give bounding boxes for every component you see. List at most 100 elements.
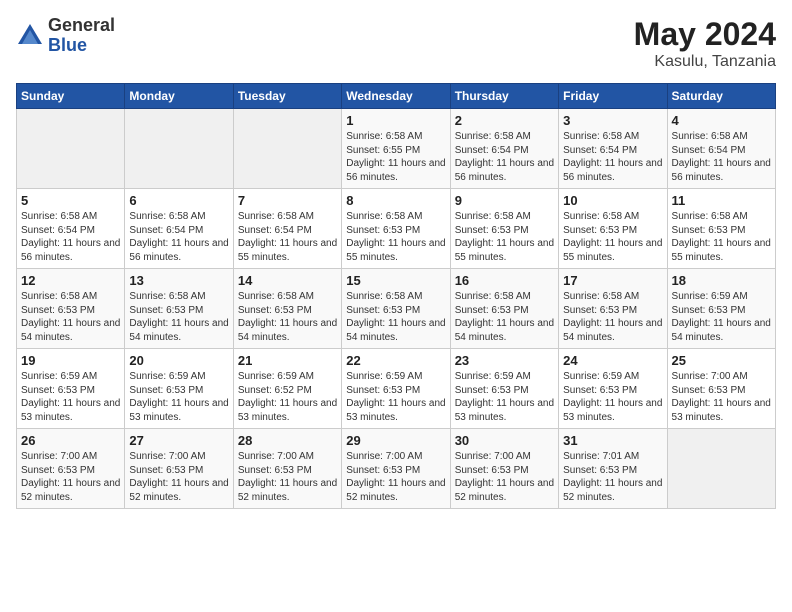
day-number: 1 (346, 113, 445, 128)
day-info: Sunrise: 6:59 AM Sunset: 6:52 PM Dayligh… (238, 370, 337, 424)
day-number: 2 (455, 113, 554, 128)
day-info: Sunrise: 7:00 AM Sunset: 6:53 PM Dayligh… (346, 450, 445, 504)
calendar-cell: 7 Sunrise: 6:58 AM Sunset: 6:54 PM Daylig… (233, 189, 341, 269)
calendar-cell: 8 Sunrise: 6:58 AM Sunset: 6:53 PM Daylig… (342, 189, 450, 269)
calendar-cell: 9 Sunrise: 6:58 AM Sunset: 6:53 PM Daylig… (450, 189, 558, 269)
calendar-cell: 14Sunrise: 6:58 AM Sunset: 6:53 PM Dayli… (233, 269, 341, 349)
calendar-cell (17, 109, 125, 189)
day-number: 13 (129, 273, 228, 288)
day-info: Sunrise: 6:59 AM Sunset: 6:53 PM Dayligh… (672, 290, 771, 344)
calendar-cell: 18 Sunrise: 6:59 AM Sunset: 6:53 PM Dayli… (667, 269, 775, 349)
day-info: Sunrise: 6:58 AM Sunset: 6:53 PM Dayligh… (346, 290, 445, 344)
calendar-cell: 5 Sunrise: 6:58 AM Sunset: 6:54 PM Daylig… (17, 189, 125, 269)
day-number: 5 (21, 193, 120, 208)
day-number: 18 (672, 273, 771, 288)
day-number: 17 (563, 273, 662, 288)
calendar-cell: 28 Sunrise: 7:00 AM Sunset: 6:53 PM Dayli… (233, 429, 341, 509)
calendar-header: SundayMondayTuesdayWednesdayThursdayFrid… (17, 84, 776, 109)
day-info: Sunrise: 6:58 AM Sunset: 6:53 PM Dayligh… (21, 290, 120, 344)
calendar-cell: 12 Sunrise: 6:58 AM Sunset: 6:53 PM Dayli… (17, 269, 125, 349)
day-number: 30 (455, 433, 554, 448)
calendar-cell (125, 109, 233, 189)
day-info: Sunrise: 6:58 AM Sunset: 6:54 PM Dayligh… (672, 130, 771, 184)
day-info: Sunrise: 7:00 AM Sunset: 6:53 PM Dayligh… (21, 450, 120, 504)
calendar-cell: 30 Sunrise: 7:00 AM Sunset: 6:53 PM Dayli… (450, 429, 558, 509)
logo-blue-text: Blue (48, 36, 115, 56)
calendar-body: 1 Sunrise: 6:58 AM Sunset: 6:55 PM Daylig… (17, 109, 776, 509)
calendar-cell: 27 Sunrise: 7:00 AM Sunset: 6:53 PM Dayli… (125, 429, 233, 509)
day-info: Sunrise: 6:58 AM Sunset: 6:53 PM Dayligh… (672, 210, 771, 264)
calendar-cell: 23 Sunrise: 6:59 AM Sunset: 6:53 PM Dayli… (450, 349, 558, 429)
calendar-cell: 2 Sunrise: 6:58 AM Sunset: 6:54 PM Daylig… (450, 109, 558, 189)
week-row-2: 5 Sunrise: 6:58 AM Sunset: 6:54 PM Daylig… (17, 189, 776, 269)
day-number: 27 (129, 433, 228, 448)
calendar-cell: 11 Sunrise: 6:58 AM Sunset: 6:53 PM Dayli… (667, 189, 775, 269)
day-number: 24 (563, 353, 662, 368)
logo-text: General Blue (48, 16, 115, 56)
day-info: Sunrise: 6:58 AM Sunset: 6:53 PM Dayligh… (455, 210, 554, 264)
day-number: 9 (455, 193, 554, 208)
calendar-cell: 25 Sunrise: 7:00 AM Sunset: 6:53 PM Dayli… (667, 349, 775, 429)
logo-general-text: General (48, 16, 115, 36)
calendar-cell: 6Sunrise: 6:58 AM Sunset: 6:54 PM Daylig… (125, 189, 233, 269)
day-info: Sunrise: 7:01 AM Sunset: 6:53 PM Dayligh… (563, 450, 662, 504)
calendar-cell: 13Sunrise: 6:58 AM Sunset: 6:53 PM Dayli… (125, 269, 233, 349)
week-row-3: 12 Sunrise: 6:58 AM Sunset: 6:53 PM Dayli… (17, 269, 776, 349)
day-number: 20 (129, 353, 228, 368)
header-day-sunday: Sunday (17, 84, 125, 109)
location-subtitle: Kasulu, Tanzania (634, 53, 776, 71)
calendar-cell: 1 Sunrise: 6:58 AM Sunset: 6:55 PM Daylig… (342, 109, 450, 189)
day-number: 25 (672, 353, 771, 368)
day-info: Sunrise: 6:59 AM Sunset: 6:53 PM Dayligh… (21, 370, 120, 424)
calendar-table: SundayMondayTuesdayWednesdayThursdayFrid… (16, 83, 776, 509)
day-info: Sunrise: 6:58 AM Sunset: 6:53 PM Dayligh… (563, 290, 662, 344)
calendar-cell: 4Sunrise: 6:58 AM Sunset: 6:54 PM Daylig… (667, 109, 775, 189)
calendar-cell: 3 Sunrise: 6:58 AM Sunset: 6:54 PM Daylig… (559, 109, 667, 189)
calendar-cell: 31 Sunrise: 7:01 AM Sunset: 6:53 PM Dayli… (559, 429, 667, 509)
calendar-cell: 22Sunrise: 6:59 AM Sunset: 6:53 PM Dayli… (342, 349, 450, 429)
calendar-cell: 16Sunrise: 6:58 AM Sunset: 6:53 PM Dayli… (450, 269, 558, 349)
page-header: General Blue May 2024 Kasulu, Tanzania (16, 16, 776, 71)
day-number: 19 (21, 353, 120, 368)
day-info: Sunrise: 6:58 AM Sunset: 6:53 PM Dayligh… (238, 290, 337, 344)
day-info: Sunrise: 6:58 AM Sunset: 6:54 PM Dayligh… (21, 210, 120, 264)
header-day-saturday: Saturday (667, 84, 775, 109)
logo-icon (16, 22, 44, 50)
day-number: 21 (238, 353, 337, 368)
day-info: Sunrise: 6:59 AM Sunset: 6:53 PM Dayligh… (563, 370, 662, 424)
day-info: Sunrise: 7:00 AM Sunset: 6:53 PM Dayligh… (129, 450, 228, 504)
day-number: 3 (563, 113, 662, 128)
logo: General Blue (16, 16, 115, 56)
day-info: Sunrise: 7:00 AM Sunset: 6:53 PM Dayligh… (455, 450, 554, 504)
day-info: Sunrise: 6:58 AM Sunset: 6:54 PM Dayligh… (455, 130, 554, 184)
calendar-cell: 17 Sunrise: 6:58 AM Sunset: 6:53 PM Dayli… (559, 269, 667, 349)
header-day-tuesday: Tuesday (233, 84, 341, 109)
day-info: Sunrise: 6:59 AM Sunset: 6:53 PM Dayligh… (346, 370, 445, 424)
day-number: 10 (563, 193, 662, 208)
day-number: 23 (455, 353, 554, 368)
day-info: Sunrise: 7:00 AM Sunset: 6:53 PM Dayligh… (672, 370, 771, 424)
title-block: May 2024 Kasulu, Tanzania (634, 16, 776, 71)
day-number: 7 (238, 193, 337, 208)
day-number: 28 (238, 433, 337, 448)
day-number: 11 (672, 193, 771, 208)
day-info: Sunrise: 6:58 AM Sunset: 6:54 PM Dayligh… (129, 210, 228, 264)
day-info: Sunrise: 6:58 AM Sunset: 6:54 PM Dayligh… (563, 130, 662, 184)
calendar-cell: 29 Sunrise: 7:00 AM Sunset: 6:53 PM Dayli… (342, 429, 450, 509)
calendar-cell (667, 429, 775, 509)
calendar-cell: 19 Sunrise: 6:59 AM Sunset: 6:53 PM Dayli… (17, 349, 125, 429)
day-info: Sunrise: 7:00 AM Sunset: 6:53 PM Dayligh… (238, 450, 337, 504)
week-row-5: 26Sunrise: 7:00 AM Sunset: 6:53 PM Dayli… (17, 429, 776, 509)
day-info: Sunrise: 6:58 AM Sunset: 6:55 PM Dayligh… (346, 130, 445, 184)
day-info: Sunrise: 6:59 AM Sunset: 6:53 PM Dayligh… (129, 370, 228, 424)
header-day-thursday: Thursday (450, 84, 558, 109)
week-row-1: 1 Sunrise: 6:58 AM Sunset: 6:55 PM Daylig… (17, 109, 776, 189)
day-number: 31 (563, 433, 662, 448)
day-number: 12 (21, 273, 120, 288)
day-number: 29 (346, 433, 445, 448)
day-info: Sunrise: 6:58 AM Sunset: 6:54 PM Dayligh… (238, 210, 337, 264)
day-number: 8 (346, 193, 445, 208)
header-day-wednesday: Wednesday (342, 84, 450, 109)
day-info: Sunrise: 6:59 AM Sunset: 6:53 PM Dayligh… (455, 370, 554, 424)
day-info: Sunrise: 6:58 AM Sunset: 6:53 PM Dayligh… (346, 210, 445, 264)
